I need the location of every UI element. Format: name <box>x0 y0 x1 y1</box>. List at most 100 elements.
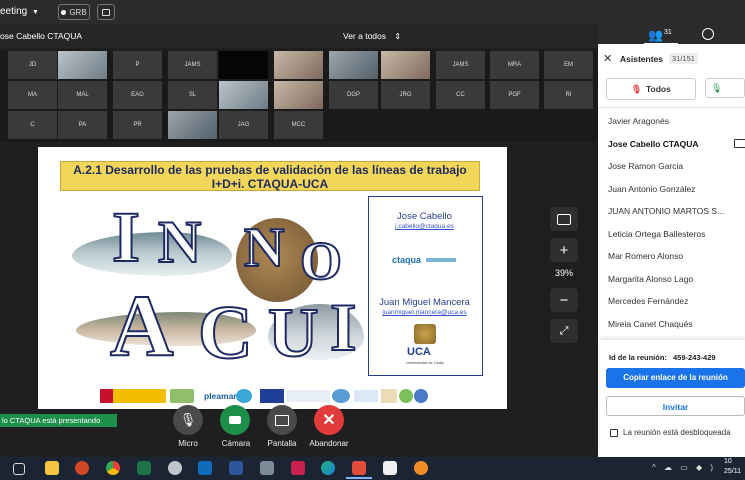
video-tile-initials[interactable]: PGF <box>490 81 539 109</box>
video-tile-initials[interactable]: JAMS <box>168 51 217 79</box>
camera-button[interactable] <box>220 405 250 435</box>
video-tile-camera[interactable] <box>329 51 378 79</box>
outlook-icon[interactable] <box>198 461 212 475</box>
clock-date: 25/11 <box>724 468 741 475</box>
close-x-icon: ✕ <box>322 412 336 429</box>
attendee-item[interactable]: Juan Antonio González <box>608 184 695 194</box>
meeting-label: eeting <box>0 6 28 17</box>
invite-button[interactable]: Invitar <box>606 396 745 416</box>
screen-share-button[interactable] <box>267 405 297 435</box>
close-panel-button[interactable]: ✕ <box>603 52 612 65</box>
updown-chevron-icon: ⇕ <box>394 32 402 41</box>
video-tile-camera[interactable] <box>58 51 107 79</box>
attendee-item[interactable]: Leticia Ortega Ballesteros <box>608 229 705 239</box>
video-tile-initials[interactable]: P <box>113 51 162 79</box>
ctaqua-logo-tagline-bar <box>426 258 456 262</box>
minus-icon: − <box>559 291 569 309</box>
video-tile-initials[interactable]: RI <box>544 81 593 109</box>
slide-letter: N <box>243 216 285 280</box>
video-tile-camera[interactable] <box>168 111 217 139</box>
video-tile-camera[interactable] <box>219 81 268 109</box>
presenter-name: ose Cabello CTAQUA <box>0 31 83 41</box>
attendee-item[interactable]: Javier Aragonés <box>608 116 669 126</box>
powerpoint-icon[interactable] <box>75 461 89 475</box>
video-tile-initials[interactable]: JAMS <box>436 51 485 79</box>
app2-icon[interactable] <box>260 461 274 475</box>
sponsor-logo-green <box>170 389 194 403</box>
sponsor-logo-round <box>399 389 413 403</box>
leave-button[interactable]: ✕ <box>314 405 344 435</box>
mute-all-button[interactable]: 🎙 Todos <box>606 78 696 100</box>
sponsor-logo-uca <box>381 389 397 403</box>
contact2-name: Juan Miguel Mancera <box>379 297 470 308</box>
panel-title: Asistentes <box>620 54 663 64</box>
video-tile-initials[interactable]: MA <box>8 81 57 109</box>
video-tile-initials[interactable]: JAG <box>219 111 268 139</box>
video-tile-initials[interactable]: C <box>8 111 57 139</box>
contact1-email: j.cabello@ctaqua.es <box>395 223 454 230</box>
attendee-item[interactable]: Margarita Alonso Lago <box>608 274 693 284</box>
mic-icon: 🎙 <box>711 82 723 93</box>
participants-count: 31 <box>663 28 672 36</box>
zoom-in-button[interactable]: + <box>550 238 578 262</box>
clock[interactable]: 10 25/11 <box>724 457 745 477</box>
excel-icon[interactable] <box>137 461 151 475</box>
sponsor-logo-blue <box>332 389 350 403</box>
slide-letter: I <box>111 196 141 278</box>
view-all-toggle[interactable]: Ver a todos ⇕ <box>343 31 401 41</box>
meeting-menu[interactable]: eeting ▼ <box>0 6 39 17</box>
attendee-item[interactable]: Jose Ramon Garcia <box>608 161 683 171</box>
copy-link-button[interactable]: Copiar enlace de la reunión <box>606 368 745 388</box>
video-tile-camera-off[interactable] <box>219 51 268 79</box>
attendee-item[interactable]: JUAN ANTONIO MARTOS S... <box>608 206 724 216</box>
video-tile-camera[interactable] <box>274 51 323 79</box>
lock-button[interactable] <box>97 4 115 20</box>
app4-icon[interactable] <box>352 461 366 475</box>
unmute-all-button[interactable]: 🎙 <box>705 78 745 98</box>
zoom-out-button[interactable]: − <box>550 288 578 312</box>
video-tile-initials[interactable]: DGP <box>329 81 378 109</box>
video-tile-camera[interactable] <box>381 51 430 79</box>
chrome-icon[interactable] <box>106 461 120 475</box>
app-icon[interactable] <box>168 461 182 475</box>
expand-button[interactable]: ⤢ <box>550 319 578 343</box>
video-tile-initials[interactable]: CC <box>436 81 485 109</box>
meeting-id-label: Id de la reunión: <box>609 353 667 362</box>
plus-icon: + <box>559 241 569 259</box>
video-tile-initials[interactable]: PR <box>113 111 162 139</box>
snapshot-button[interactable] <box>550 207 578 231</box>
lock-icon <box>102 8 110 16</box>
screen-share-icon <box>275 414 289 426</box>
participants-button[interactable]: 👥 31 <box>648 27 688 43</box>
file-explorer-icon[interactable] <box>45 461 59 475</box>
attendee-item[interactable]: Mar Romero Alonso <box>608 251 683 261</box>
acrobat-icon[interactable] <box>383 461 397 475</box>
app5-icon[interactable] <box>414 461 428 475</box>
video-tile-initials[interactable]: MCC <box>274 111 323 139</box>
video-tile-initials[interactable]: SL <box>168 81 217 109</box>
mic-button[interactable]: 🎙 <box>173 405 203 435</box>
video-tile-initials[interactable]: MRA <box>490 51 539 79</box>
sponsor-logo-fund <box>286 390 330 402</box>
active-app-highlight <box>346 477 372 479</box>
sponsor-logo-eu <box>260 389 284 403</box>
edge-icon[interactable] <box>321 461 335 475</box>
video-tile-camera[interactable] <box>274 81 323 109</box>
video-tile-initials[interactable]: JRG <box>381 81 430 109</box>
attendee-item-presenter[interactable]: Jose Cabello CTAQUA <box>608 139 699 149</box>
contact2-email: juanmiguel.mancera@uca.es <box>382 309 467 316</box>
video-tile-initials[interactable]: MAL <box>58 81 107 109</box>
clock-time: 10 <box>724 458 732 465</box>
word-icon[interactable] <box>229 461 243 475</box>
video-tile-initials[interactable]: JD <box>8 51 57 79</box>
task-view-icon[interactable] <box>13 463 25 475</box>
record-indicator[interactable]: GRB <box>58 4 90 20</box>
chat-button[interactable] <box>702 28 716 42</box>
attendee-item[interactable]: Mercedes Fernández <box>608 296 688 306</box>
attendee-count: 31/151 <box>669 53 698 64</box>
video-tile-initials[interactable]: EAG <box>113 81 162 109</box>
video-tile-initials[interactable]: EM <box>544 51 593 79</box>
video-tile-initials[interactable]: PA <box>58 111 107 139</box>
attendee-item[interactable]: Mireia Canet Chaqués <box>608 319 693 329</box>
app3-icon[interactable] <box>291 461 305 475</box>
